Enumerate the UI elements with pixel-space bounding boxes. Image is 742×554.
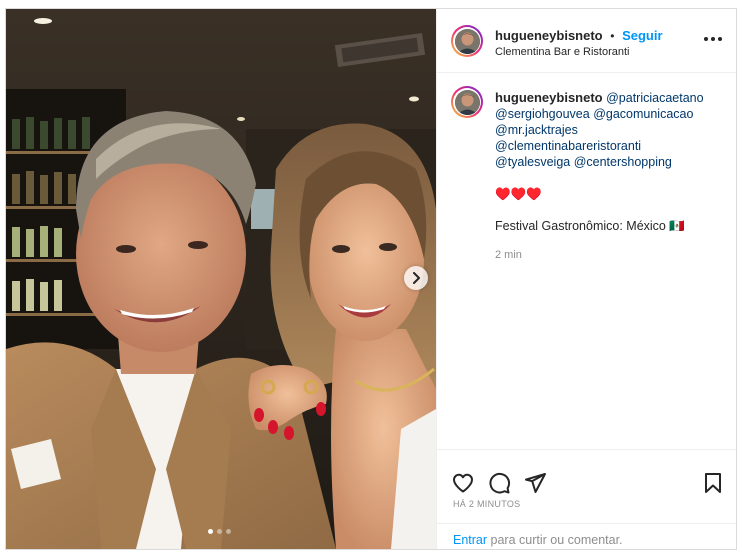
mention-link[interactable]: @patriciacaetano <box>606 91 703 105</box>
mention-link[interactable]: @gacomunicacao <box>593 107 693 121</box>
save-button[interactable] <box>701 471 725 495</box>
more-horizontal-icon <box>704 37 708 41</box>
send-icon <box>525 473 546 493</box>
caption-relative-time[interactable]: 2 min <box>495 249 522 261</box>
carousel-indicator <box>208 529 231 534</box>
post-dialog: hugueneybisneto • Seguir Clementina Bar … <box>5 8 737 550</box>
post-timestamp[interactable]: HÁ 2 MINUTOS <box>453 499 520 509</box>
caption-section: hugueneybisneto @patriciacaetano @sergio… <box>437 73 736 449</box>
carousel-dot <box>226 529 231 534</box>
caption-text: hugueneybisneto @patriciacaetano @sergio… <box>495 90 725 234</box>
comment-button[interactable] <box>487 471 511 495</box>
separator-dot: • <box>610 29 615 43</box>
more-options-button[interactable] <box>701 31 725 47</box>
post-media[interactable] <box>6 9 436 549</box>
mention-link[interactable]: @mr.jacktrajes <box>495 123 578 137</box>
login-prompt-text: para curtir ou comentar. <box>487 533 623 547</box>
carousel-dot <box>217 529 222 534</box>
post-side-panel: hugueneybisneto • Seguir Clementina Bar … <box>436 9 736 549</box>
chevron-right-icon <box>413 272 420 284</box>
like-button[interactable] <box>451 471 475 495</box>
caption-avatar[interactable] <box>451 86 483 118</box>
caption-hearts: ♥️♥️♥️ <box>495 187 542 201</box>
action-bar: HÁ 2 MINUTOS Entrar para curtir ou comen… <box>437 449 736 549</box>
avatar-image <box>454 28 480 54</box>
caption-body: Festival Gastronômico: México 🇲🇽 <box>495 219 685 233</box>
share-button[interactable] <box>523 471 547 495</box>
bookmark-icon <box>705 473 721 493</box>
mention-link[interactable]: @tyalesveiga <box>495 155 570 169</box>
carousel-dot <box>208 529 213 534</box>
heart-icon <box>453 473 473 493</box>
mention-link[interactable]: @centershopping <box>574 155 672 169</box>
post-location[interactable]: Clementina Bar e Ristoranti <box>495 46 630 58</box>
carousel-next-button[interactable] <box>404 266 428 290</box>
mention-link[interactable]: @sergiohgouvea <box>495 107 590 121</box>
follow-button[interactable]: Seguir <box>622 28 662 43</box>
caption-username[interactable]: hugueneybisneto <box>495 90 603 105</box>
comment-icon <box>489 472 511 494</box>
login-prompt: Entrar para curtir ou comentar. <box>437 523 736 549</box>
post-photo <box>6 9 436 549</box>
avatar-image <box>454 89 480 115</box>
mention-link[interactable]: @clementinabareristoranti <box>495 139 641 153</box>
login-link[interactable]: Entrar <box>453 533 487 547</box>
avatar[interactable] <box>451 25 483 57</box>
post-header: hugueneybisneto • Seguir Clementina Bar … <box>437 9 736 73</box>
post-author-username[interactable]: hugueneybisneto <box>495 28 603 43</box>
